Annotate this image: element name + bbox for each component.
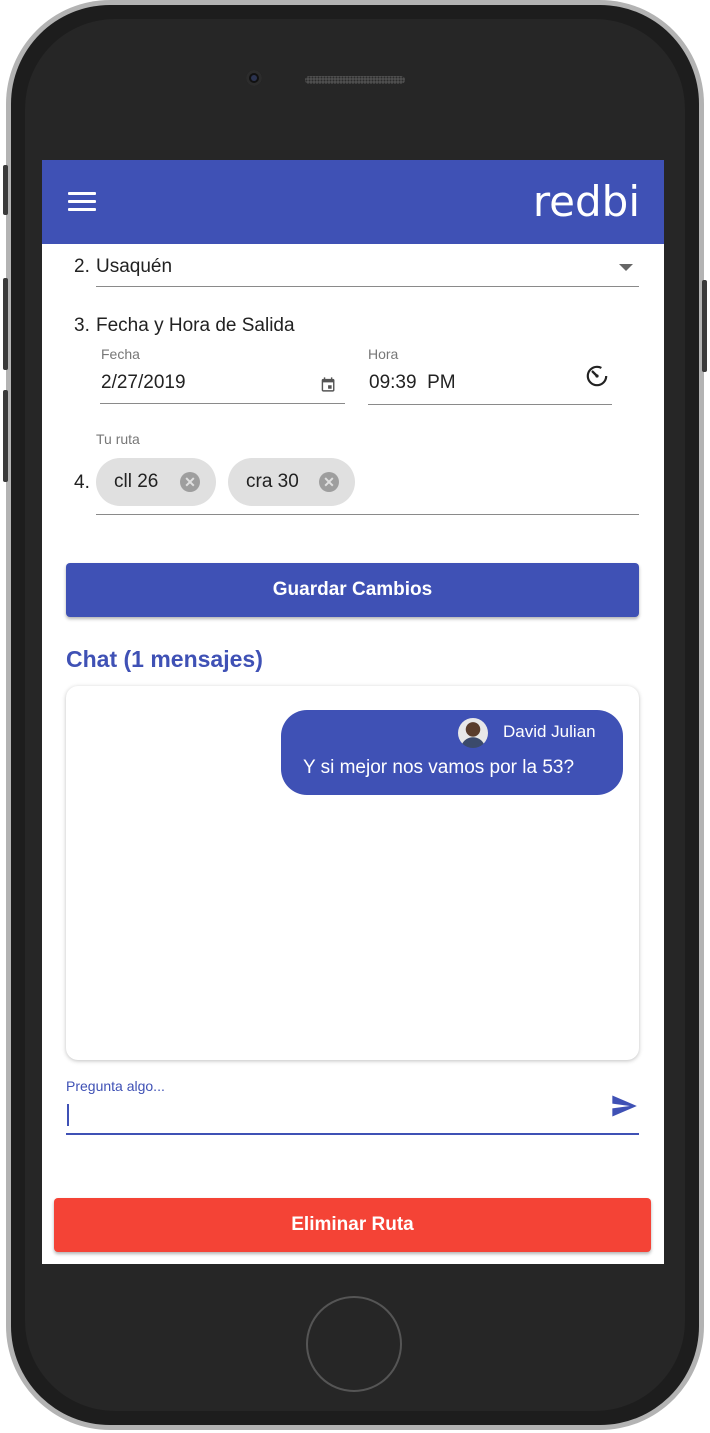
route-chip-label: cll 26 (114, 471, 159, 492)
time-field[interactable]: 09:39 PM (369, 372, 456, 394)
save-changes-button[interactable]: Guardar Cambios (66, 563, 639, 617)
step-number-district: 2. (74, 256, 90, 277)
route-field-underline (96, 514, 639, 515)
chat-input-label: Pregunta algo... (66, 1078, 165, 1094)
cancel-circle-icon[interactable]: ✕ (319, 472, 339, 492)
step-number-departure: 3. (74, 315, 90, 336)
date-field[interactable]: 2/27/2019 (101, 372, 186, 394)
route-chip[interactable]: cra 30 ✕ (228, 458, 355, 506)
chat-panel[interactable]: David Julian Y si mejor nos vamos por la… (66, 686, 639, 1060)
chat-message-bubble: David Julian Y si mejor nos vamos por la… (281, 710, 623, 795)
avatar (458, 718, 488, 748)
district-select-value[interactable]: Usaquén (96, 256, 172, 278)
chevron-down-icon[interactable] (619, 264, 633, 271)
chat-title: Chat (1 mensajes) (66, 646, 263, 672)
message-sender: David Julian (503, 722, 596, 741)
date-label: Fecha (101, 346, 140, 362)
date-field-underline (100, 403, 345, 404)
step-number-route: 4. (74, 472, 90, 493)
brand-logo: redbi (532, 177, 640, 226)
chat-input-underline (66, 1133, 639, 1135)
time-label: Hora (368, 346, 399, 362)
message-text: Y si mejor nos vamos por la 53? (303, 757, 575, 778)
side-button-volume-down (3, 390, 8, 482)
time-field-underline (368, 404, 612, 405)
delete-route-button[interactable]: Eliminar Ruta (54, 1198, 651, 1252)
home-button[interactable] (306, 1296, 402, 1392)
route-chip[interactable]: cll 26 ✕ (96, 458, 216, 506)
calendar-icon[interactable] (321, 376, 338, 393)
departure-title: Fecha y Hora de Salida (96, 315, 295, 336)
front-camera (246, 70, 262, 86)
route-label: Tu ruta (96, 431, 140, 447)
timer-icon[interactable] (584, 363, 610, 389)
side-button-mute (3, 165, 8, 215)
route-chip-label: cra 30 (246, 471, 299, 492)
chat-input[interactable] (66, 1100, 620, 1130)
side-button-power (702, 280, 707, 372)
earpiece-speaker (305, 76, 405, 84)
text-cursor (67, 1104, 69, 1126)
send-icon[interactable] (608, 1092, 640, 1120)
app-screen: redbi 2. Usaquén 3. Fecha y Hora de Sali… (42, 160, 664, 1264)
side-button-volume-up (3, 278, 8, 370)
app-bar: redbi (42, 160, 664, 244)
cancel-circle-icon[interactable]: ✕ (180, 472, 200, 492)
district-select-underline (96, 286, 639, 287)
menu-icon[interactable] (64, 186, 104, 218)
